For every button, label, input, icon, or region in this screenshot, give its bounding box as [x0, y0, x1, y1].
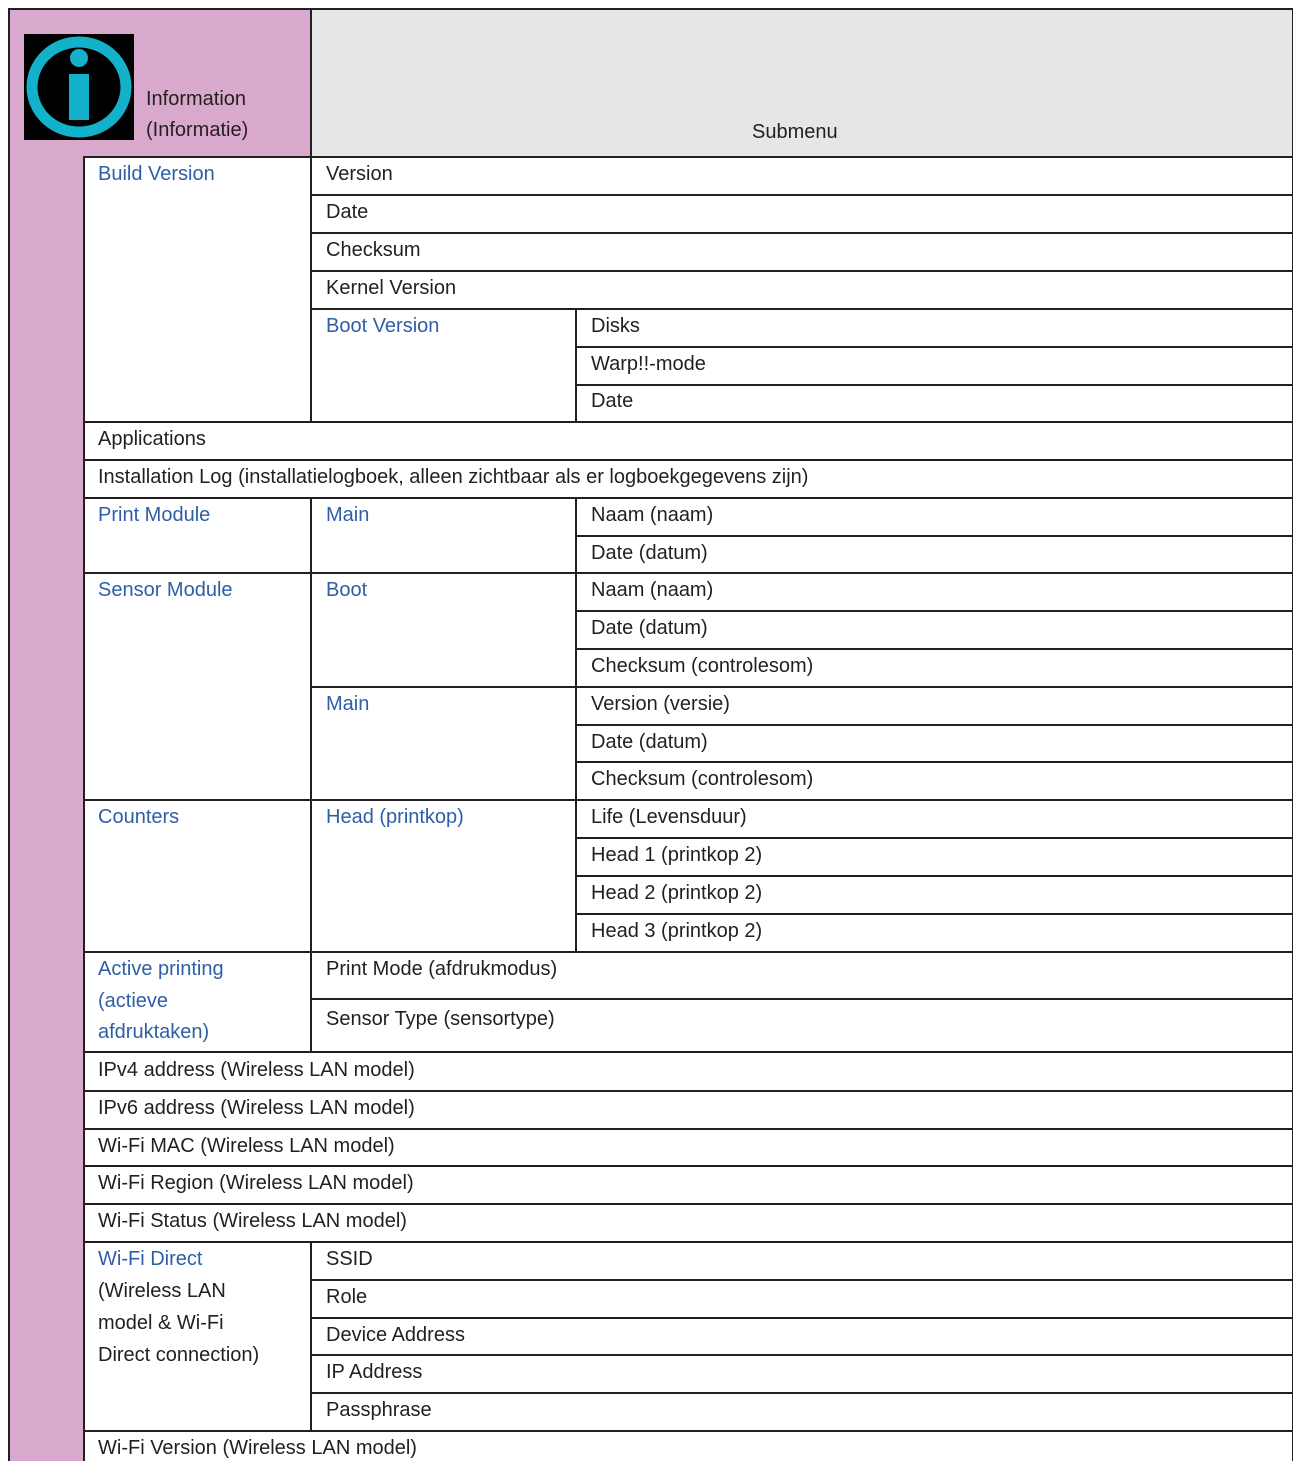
- item-sensor-boot-checksum: Checksum (controlesom): [591, 655, 814, 677]
- menu-active-printing-line1[interactable]: Active printing: [84, 952, 224, 986]
- table-rule: [310, 1241, 312, 1430]
- table-rule: [311, 998, 1293, 1000]
- item-sensor-type: Sensor Type (sensortype): [326, 1008, 555, 1030]
- table-rule: [84, 951, 1293, 953]
- table-rule: [311, 1279, 1293, 1281]
- table-rule: [83, 156, 85, 1461]
- information-menu-table: Information (Informatie) Submenu Build V…: [0, 0, 1293, 1461]
- menu-active-printing-line2[interactable]: (actieve: [84, 984, 168, 1018]
- item-sensor-boot-date: Date (datum): [591, 617, 708, 639]
- menu-head-printkop[interactable]: Head (printkop): [312, 800, 464, 834]
- table-rule: [311, 1354, 1293, 1356]
- menu-sensor-main[interactable]: Main: [312, 687, 369, 721]
- item-print-naam: Naam (naam): [591, 504, 714, 526]
- table-rule: [84, 572, 1293, 574]
- item-checksum: Checksum: [326, 239, 421, 261]
- item-wifi-version: Wi-Fi Version (Wireless LAN model): [98, 1437, 417, 1459]
- item-boot-date: Date: [591, 390, 634, 412]
- item-kernel-version: Kernel Version: [326, 277, 457, 299]
- header-title-line1: Information: [146, 88, 247, 110]
- menu-sensor-boot[interactable]: Boot: [312, 573, 367, 607]
- wifi-direct-note-line3: Direct connection): [98, 1344, 260, 1366]
- table-rule: [576, 535, 1293, 537]
- item-ssid: SSID: [326, 1248, 373, 1270]
- table-rule: [576, 761, 1293, 763]
- item-head2: Head 2 (printkop 2): [591, 882, 763, 904]
- item-print-date: Date (datum): [591, 542, 708, 564]
- item-passphrase: Passphrase: [326, 1399, 432, 1421]
- menu-active-printing-line3[interactable]: afdruktaken): [84, 1015, 209, 1049]
- table-rule: [576, 648, 1293, 650]
- item-sensor-boot-naam: Naam (naam): [591, 579, 714, 601]
- item-head3: Head 3 (printkop 2): [591, 920, 763, 942]
- table-rule: [311, 686, 1293, 688]
- table-rule: [311, 1392, 1293, 1394]
- item-life: Life (Levensduur): [591, 806, 747, 828]
- item-device-address: Device Address: [326, 1324, 465, 1346]
- menu-sensor-module[interactable]: Sensor Module: [84, 573, 233, 607]
- menu-boot-version[interactable]: Boot Version: [312, 309, 439, 343]
- menu-build-version[interactable]: Build Version: [84, 157, 215, 191]
- item-date: Date: [326, 201, 369, 223]
- info-icon: [24, 34, 134, 140]
- table-rule: [311, 308, 1293, 310]
- table-rule: [576, 837, 1293, 839]
- table-rule: [9, 8, 1293, 10]
- item-warp-mode: Warp!!-mode: [591, 353, 706, 375]
- table-rule: [311, 232, 1293, 234]
- table-rule: [8, 8, 10, 1461]
- table-rule: [310, 497, 312, 1051]
- header-title-line2: (Informatie): [146, 119, 249, 141]
- item-sensor-main-checksum: Checksum (controlesom): [591, 768, 814, 790]
- item-version: Version: [326, 163, 393, 185]
- item-applications: Applications: [98, 428, 206, 450]
- table-rule: [575, 308, 577, 421]
- table-rule: [576, 384, 1293, 386]
- table-rule: [84, 421, 1293, 423]
- table-rule: [84, 156, 1293, 158]
- table-rule: [84, 1241, 1293, 1243]
- table-rule: [576, 346, 1293, 348]
- table-rule: [311, 1317, 1293, 1319]
- wifi-direct-note-line1: (Wireless LAN: [98, 1280, 226, 1302]
- menu-counters[interactable]: Counters: [84, 800, 179, 834]
- item-disks: Disks: [591, 315, 640, 337]
- item-head1: Head 1 (printkop 2): [591, 844, 763, 866]
- item-ipv6: IPv6 address (Wireless LAN model): [98, 1097, 415, 1119]
- submenu-label: Submenu: [752, 121, 838, 143]
- table-rule: [84, 1051, 1293, 1053]
- item-print-mode: Print Mode (afdrukmodus): [326, 958, 558, 980]
- table-rule: [576, 610, 1293, 612]
- item-ipv4: IPv4 address (Wireless LAN model): [98, 1059, 415, 1081]
- item-wifi-status: Wi-Fi Status (Wireless LAN model): [98, 1210, 407, 1232]
- item-sensor-main-version: Version (versie): [591, 693, 730, 715]
- menu-print-module[interactable]: Print Module: [84, 498, 210, 532]
- table-rule: [576, 913, 1293, 915]
- table-rule: [84, 799, 1293, 801]
- table-rule: [576, 875, 1293, 877]
- table-rule: [84, 1430, 1293, 1432]
- table-rule: [84, 1165, 1293, 1167]
- wifi-direct-note-line2: model & Wi-Fi: [98, 1312, 224, 1334]
- menu-wifi-direct[interactable]: Wi-Fi Direct: [84, 1242, 202, 1276]
- item-sensor-main-date: Date (datum): [591, 731, 708, 753]
- sidebar-band: [9, 9, 84, 1461]
- table-rule: [310, 8, 312, 156]
- table-rule: [84, 1128, 1293, 1130]
- menu-print-main[interactable]: Main: [312, 498, 369, 532]
- table-rule: [311, 270, 1293, 272]
- item-role: Role: [326, 1286, 368, 1308]
- item-ip-address: IP Address: [326, 1361, 423, 1383]
- table-rule: [84, 1203, 1293, 1205]
- table-rule: [84, 459, 1293, 461]
- table-rule: [84, 497, 1293, 499]
- item-wifi-mac: Wi-Fi MAC (Wireless LAN model): [98, 1135, 395, 1157]
- table-rule: [84, 1090, 1293, 1092]
- item-installation-log: Installation Log (installatielogboek, al…: [98, 466, 809, 488]
- table-rule: [576, 724, 1293, 726]
- table-rule: [311, 194, 1293, 196]
- item-wifi-region: Wi-Fi Region (Wireless LAN model): [98, 1172, 414, 1194]
